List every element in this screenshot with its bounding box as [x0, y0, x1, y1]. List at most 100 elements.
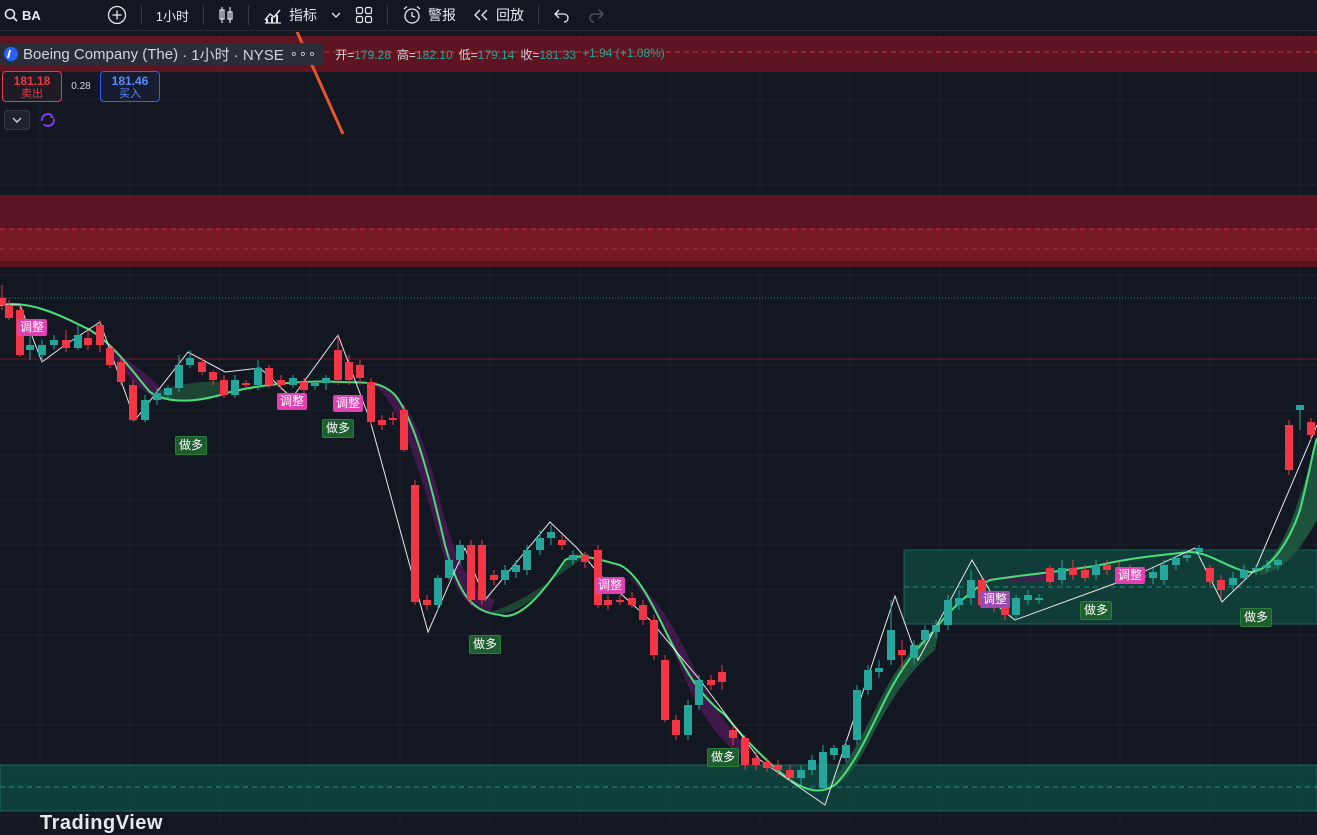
candle-body: [1240, 570, 1248, 578]
candle-body: [1195, 548, 1203, 552]
candle-body: [141, 400, 149, 420]
high-value: 182.10: [415, 47, 453, 62]
candle-body: [695, 680, 703, 705]
sync-icon: [41, 113, 55, 127]
candle-body: [616, 600, 624, 602]
indicators-dropdown[interactable]: [325, 0, 347, 31]
candle-body: [322, 378, 330, 383]
candle-body: [1035, 598, 1043, 600]
divider: [538, 5, 540, 25]
candle-body: [96, 325, 104, 345]
legend-collapse-button[interactable]: [4, 110, 30, 130]
candle-body: [718, 672, 726, 682]
candle-body: [1103, 565, 1111, 570]
signal-label-adjust: 调整: [980, 591, 1011, 608]
interval-button[interactable]: 1小时: [148, 0, 197, 31]
candle-body: [921, 630, 929, 640]
alert-label: 警报: [428, 7, 457, 23]
candlestick-series: [0, 285, 1315, 790]
divider: [140, 5, 142, 25]
candle-body: [1012, 598, 1020, 615]
indicators-icon: [264, 9, 282, 24]
signal-label-long: 做多: [1080, 601, 1113, 620]
buy-button[interactable]: 181.46 买入: [100, 71, 160, 102]
chart-type-button[interactable]: [210, 0, 242, 31]
sync-button[interactable]: [40, 112, 56, 133]
signal-label-adjust: 调整: [1115, 567, 1146, 584]
candle-body: [808, 760, 816, 770]
replay-label: 回放: [496, 7, 525, 23]
close-label: 收=: [520, 47, 540, 62]
symbol-search[interactable]: BA: [0, 0, 49, 31]
candle-body: [650, 620, 658, 655]
candle-body: [153, 393, 161, 400]
support-zone: [0, 764, 1317, 812]
candle-body: [955, 598, 963, 605]
change-value: +1.94 (+1.08%): [582, 45, 665, 60]
candle-body: [175, 365, 183, 388]
candle-body: [84, 338, 92, 345]
alert-clock-icon: [403, 6, 421, 24]
symbol-name: Boeing Company (The): [23, 45, 179, 63]
divider: [248, 5, 250, 25]
buy-price: 181.46: [111, 74, 149, 88]
low-value: 179.14: [477, 47, 515, 62]
candle-body: [1296, 405, 1304, 410]
signal-label-long: 做多: [1240, 608, 1273, 627]
symbol-label: BA: [22, 7, 41, 23]
candle-body: [231, 380, 239, 395]
collapse-chevron-icon: [12, 117, 22, 123]
candle-body: [661, 660, 669, 720]
chart-canvas[interactable]: [0, 32, 1317, 824]
candle-body: [1183, 555, 1191, 558]
undo-button[interactable]: [545, 0, 579, 31]
candle-body: [456, 545, 464, 560]
symbol-title[interactable]: Boeing Company (The) · 1小时 · NYSE ∘∘∘: [0, 43, 324, 65]
signal-label-long: 做多: [707, 748, 740, 767]
candle-body: [1172, 558, 1180, 565]
candle-body: [830, 748, 838, 755]
candle-body: [512, 565, 520, 572]
signal-label-long: 做多: [322, 419, 355, 438]
layout-grid-icon: [355, 6, 373, 24]
legend-more-button[interactable]: ∘∘∘: [290, 46, 317, 62]
candle-body: [1285, 425, 1293, 470]
add-symbol-icon: [107, 5, 126, 25]
candle-body: [106, 348, 114, 365]
alert-button[interactable]: 警报: [394, 0, 464, 31]
redo-icon: [589, 9, 604, 23]
candle-body: [842, 745, 850, 758]
candle-body: [0, 298, 6, 305]
candle-body: [1307, 422, 1315, 435]
candles-icon: [219, 7, 233, 23]
boeing-logo-icon: [4, 47, 18, 61]
candle-body: [423, 600, 431, 605]
sell-label: 卖出: [21, 88, 43, 100]
resistance-zone-core: [0, 229, 1317, 261]
candle-body: [853, 690, 861, 740]
candle-body: [434, 578, 442, 605]
sell-button[interactable]: 181.18 卖出: [2, 71, 62, 102]
chart-grid: [0, 32, 1317, 824]
candle-body: [741, 738, 749, 765]
candle-body: [74, 335, 82, 348]
candle-body: [277, 380, 285, 385]
candle-body: [501, 570, 509, 580]
candle-body: [289, 378, 297, 385]
replay-button[interactable]: 回放: [464, 0, 532, 31]
price-chart[interactable]: 调整 调整 调整 调整 调整 调整 做多 做多 做多 做多 做多 做多: [0, 32, 1317, 824]
indicators-button[interactable]: 指标: [255, 0, 325, 31]
layout-button[interactable]: [347, 0, 381, 31]
spread-value: 0.28: [71, 81, 91, 92]
candle-body: [389, 418, 397, 420]
candle-body: [334, 350, 342, 380]
candle-body: [367, 382, 375, 422]
candle-body: [5, 305, 13, 318]
redo-button[interactable]: [579, 0, 613, 31]
add-symbol-button[interactable]: [99, 0, 135, 31]
candle-body: [117, 362, 125, 382]
candle-body: [1058, 568, 1066, 580]
candle-body: [478, 545, 486, 600]
signal-label-long: 做多: [469, 635, 502, 654]
candle-body: [763, 762, 771, 768]
